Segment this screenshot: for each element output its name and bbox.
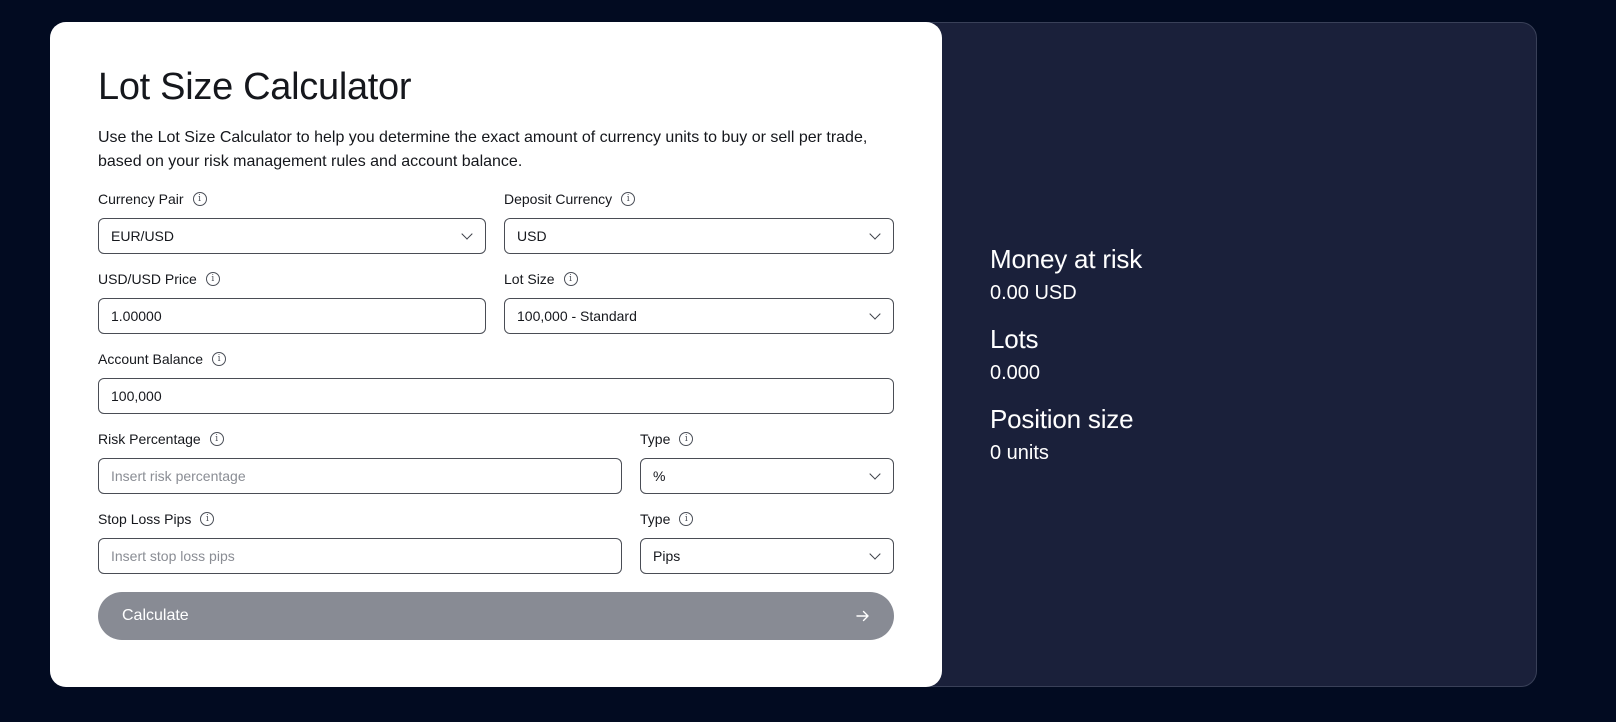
chevron-down-icon <box>869 468 881 480</box>
position-size-label: Position size <box>990 404 1134 434</box>
info-icon[interactable]: i <box>192 192 207 206</box>
arrow-right-icon <box>856 610 869 622</box>
account-balance-label: Account Balance <box>98 351 204 367</box>
money-at-risk-block: Money at risk 0.00 USD <box>990 242 1142 306</box>
stop-loss-input[interactable] <box>99 539 621 573</box>
info-icon[interactable]: i <box>679 432 694 446</box>
stop-loss-field: Stop Loss Pips i <box>98 510 622 574</box>
account-balance-input[interactable] <box>99 379 893 413</box>
risk-percentage-field: Risk Percentage i <box>98 430 622 494</box>
calculate-button[interactable]: Calculate <box>98 592 894 640</box>
stop-loss-type-label: Type <box>640 511 671 527</box>
page: Lot Size Calculator Use the Lot Size Cal… <box>0 0 1616 722</box>
chevron-down-icon <box>869 548 881 560</box>
price-label: USD/USD Price <box>98 271 197 287</box>
info-icon[interactable]: i <box>621 192 636 206</box>
deposit-currency-value: USD <box>517 228 547 244</box>
risk-type-label: Type <box>640 431 671 447</box>
lot-size-field: Lot Size i 100,000 - Standard <box>504 270 894 334</box>
money-at-risk-value: 0.00 USD <box>990 282 1077 304</box>
currency-pair-value: EUR/USD <box>111 228 175 244</box>
currency-pair-select[interactable]: EUR/USD <box>98 218 486 254</box>
deposit-currency-select[interactable]: USD <box>504 218 894 254</box>
position-size-block: Position size 0 units <box>990 402 1142 466</box>
price-field: USD/USD Price i <box>98 270 486 334</box>
lot-size-select[interactable]: 100,000 - Standard <box>504 298 894 334</box>
chevron-down-icon <box>869 228 881 240</box>
risk-percentage-input[interactable] <box>99 459 621 493</box>
info-icon[interactable]: i <box>200 512 215 526</box>
currency-pair-field: Currency Pair i EUR/USD <box>98 190 486 254</box>
page-title: Lot Size Calculator <box>98 66 412 108</box>
info-icon[interactable]: i <box>205 272 220 286</box>
deposit-currency-label: Deposit Currency <box>504 191 613 207</box>
calculator-form: Lot Size Calculator Use the Lot Size Cal… <box>50 22 942 687</box>
stop-loss-input-wrapper <box>98 538 622 574</box>
info-icon[interactable]: i <box>209 432 224 446</box>
chevron-down-icon <box>869 308 881 320</box>
stop-loss-type-field: Type i Pips <box>640 510 894 574</box>
info-icon[interactable]: i <box>563 272 578 286</box>
info-icon[interactable]: i <box>212 352 227 366</box>
account-balance-input-wrapper <box>98 378 894 414</box>
stop-loss-label: Stop Loss Pips <box>98 511 192 527</box>
risk-percentage-label: Risk Percentage <box>98 431 201 447</box>
stop-loss-type-select[interactable]: Pips <box>640 538 894 574</box>
risk-percentage-input-wrapper <box>98 458 622 494</box>
risk-type-select[interactable]: % <box>640 458 894 494</box>
risk-type-field: Type i % <box>640 430 894 494</box>
results: Money at risk 0.00 USD Lots 0.000 Positi… <box>990 242 1142 482</box>
lot-size-label: Lot Size <box>504 271 555 287</box>
price-input-wrapper <box>98 298 486 334</box>
stop-loss-type-value: Pips <box>653 548 681 564</box>
deposit-currency-field: Deposit Currency i USD <box>504 190 894 254</box>
lots-block: Lots 0.000 <box>990 322 1142 386</box>
lot-size-value: 100,000 - Standard <box>517 308 637 324</box>
account-balance-field: Account Balance i <box>98 350 894 414</box>
position-size-value: 0 units <box>990 442 1049 464</box>
lots-label: Lots <box>990 324 1039 354</box>
calculate-button-label: Calculate <box>122 607 189 624</box>
price-input[interactable] <box>99 299 485 333</box>
chevron-down-icon <box>461 228 473 240</box>
calculator-description: Use the Lot Size Calculator to help you … <box>98 129 868 170</box>
money-at-risk-label: Money at risk <box>990 244 1143 274</box>
info-icon[interactable]: i <box>679 512 694 526</box>
risk-type-value: % <box>653 468 666 484</box>
lots-value: 0.000 <box>990 362 1041 384</box>
currency-pair-label: Currency Pair <box>98 191 184 207</box>
